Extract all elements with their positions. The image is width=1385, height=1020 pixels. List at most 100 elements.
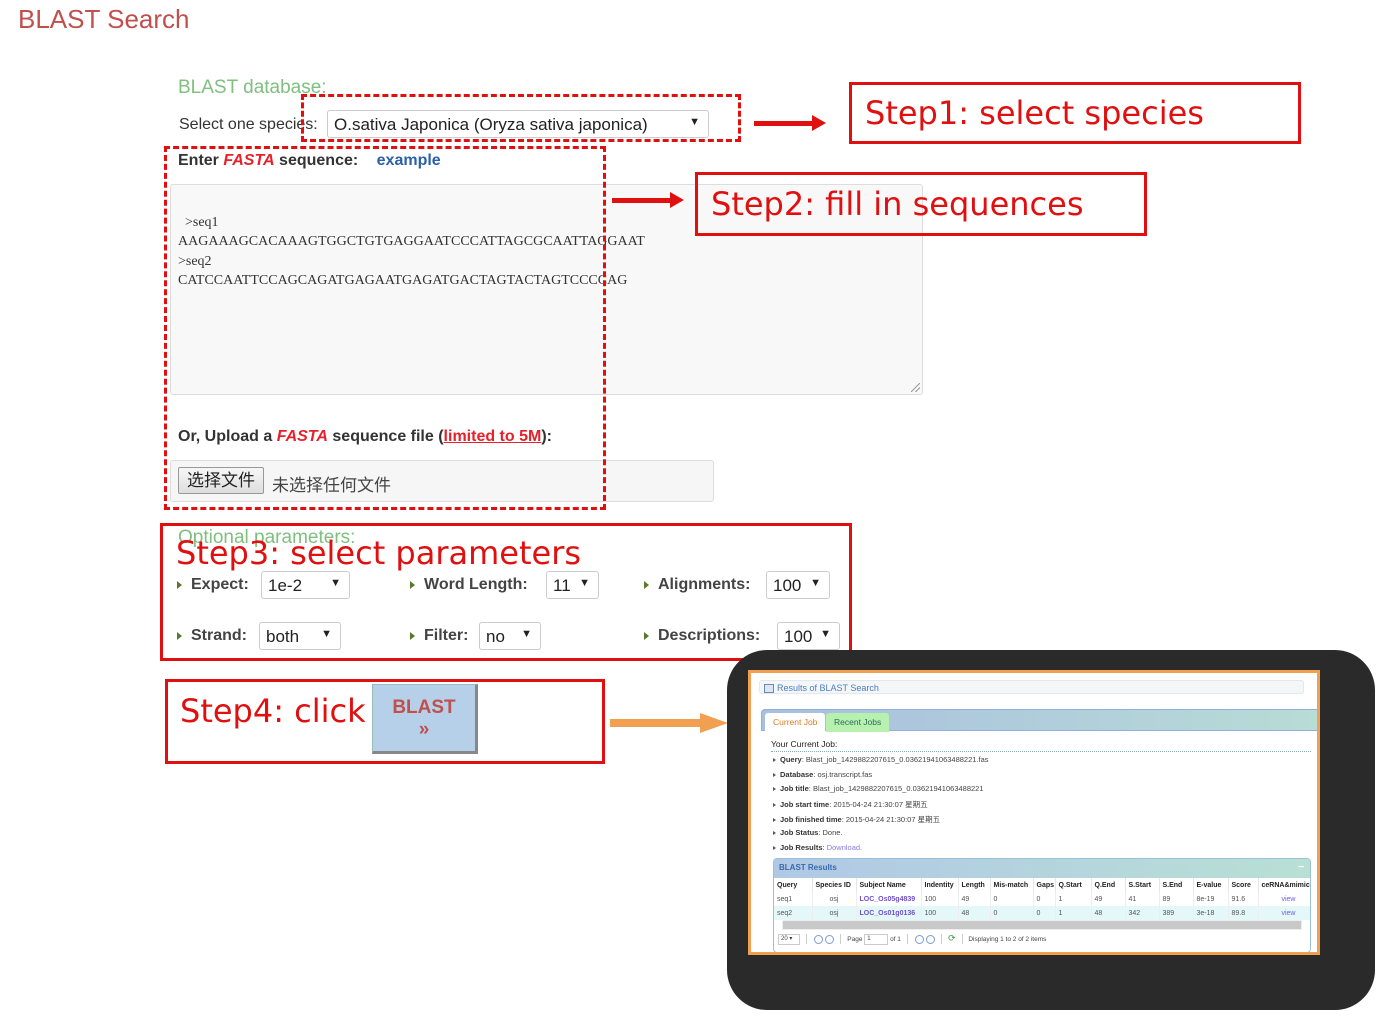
param-label: Filter: [424, 627, 469, 644]
page-of-label: of 1 [890, 936, 901, 943]
column-header[interactable]: S.Start [1125, 878, 1160, 892]
column-header[interactable]: Indentity [921, 878, 959, 892]
param-filter: Filter: [410, 627, 468, 645]
last-page-icon[interactable] [925, 934, 935, 944]
chevron-down-icon: ▼ [579, 577, 590, 589]
prev-page-icon[interactable] [824, 934, 834, 944]
chevron-down-icon: ▼ [321, 628, 332, 640]
view-link[interactable]: view [1258, 906, 1310, 920]
tab-recent-jobs[interactable]: Recent Jobs [826, 713, 890, 732]
pager: 20 ▾ Page 1 of 1 ⟳ Displaying 1 to 2 of … [774, 930, 1310, 946]
table-cell: seq1 [774, 892, 813, 906]
bullet-icon [773, 787, 776, 791]
job-info-status: Job Status: Done. [773, 828, 843, 837]
chevron-down-icon: ▼ [820, 628, 831, 640]
table-cell: 91.6 [1228, 892, 1259, 906]
table-cell: 100 [921, 906, 959, 920]
collapse-icon[interactable]: − [1298, 859, 1304, 876]
first-page-icon[interactable] [813, 934, 823, 944]
column-header[interactable]: Q.Start [1055, 878, 1092, 892]
expect-select[interactable]: 1e-2 ▼ [261, 571, 350, 599]
table-cell: 0 [990, 906, 1034, 920]
download-link[interactable]: Download. [827, 843, 862, 852]
page-size-select[interactable]: 20 ▾ [778, 933, 800, 945]
column-header[interactable]: Q.End [1091, 878, 1126, 892]
step1-callout: Step1: select species [849, 82, 1301, 144]
job-info-database: Database: osj.transcript.fas [773, 770, 872, 779]
job-value: Blast_job_1429882207615_0.03621941063488… [812, 784, 984, 793]
results-table: Query Species ID Subject Name Indentity Leng… [774, 878, 1310, 920]
horizontal-scrollbar[interactable] [782, 920, 1302, 930]
descriptions-select[interactable]: 100 ▼ [777, 622, 840, 650]
column-header[interactable]: Score [1228, 878, 1259, 892]
tab-current-job[interactable]: Current Job [765, 713, 826, 732]
table-cell: 389 [1159, 906, 1194, 920]
table-cell: seq2 [774, 906, 813, 920]
column-header[interactable]: Gaps [1033, 878, 1056, 892]
table-cell: 49 [958, 892, 991, 906]
column-header[interactable]: Subject Name [856, 878, 922, 892]
column-header[interactable]: S.End [1159, 878, 1194, 892]
job-value: 2015-04-24 21:30:07 星期五 [833, 800, 928, 809]
column-header[interactable]: Species ID [812, 878, 857, 892]
step2-text: Step2: fill in sequences [711, 185, 1084, 223]
results-panel: Results of BLAST Search Current Job Rece… [748, 670, 1320, 955]
strand-select[interactable]: both ▼ [259, 622, 341, 650]
column-header[interactable]: Length [958, 878, 991, 892]
bullet-triangle-icon [410, 631, 415, 640]
table-cell: 49 [1091, 892, 1126, 906]
word-length-select[interactable]: 11 ▼ [546, 571, 599, 599]
table-cell: osj [812, 892, 857, 906]
job-info-start-time: Job start time: 2015-04-24 21:30:07 星期五 [773, 799, 928, 810]
select-value: 100 [784, 627, 813, 646]
select-value: 100 [773, 576, 802, 595]
resize-grip-icon[interactable] [911, 383, 920, 392]
job-info-query: Query: Blast_job_1429882207615_0.0362194… [773, 755, 989, 764]
table-cell: 342 [1125, 906, 1160, 920]
job-key: Database [780, 770, 814, 779]
select-value: both [266, 627, 300, 646]
subject-name-link[interactable]: LOC_Os05g4839 [856, 892, 922, 906]
refresh-icon[interactable]: ⟳ [948, 933, 956, 943]
bullet-triangle-icon [644, 580, 649, 589]
job-value: osj.transcript.fas [817, 770, 873, 779]
table-cell: 100 [921, 892, 959, 906]
job-value: Done. [822, 828, 843, 837]
table-header-row: Query Species ID Subject Name Indentity Leng… [774, 878, 1310, 892]
step4-text: Step4: click [180, 692, 366, 730]
page-title: BLAST Search [18, 4, 190, 34]
job-key: Job Results [780, 843, 823, 852]
divider [840, 934, 842, 945]
table-cell: 48 [958, 906, 991, 920]
results-icon [764, 684, 774, 694]
param-label: Strand: [191, 627, 247, 644]
bullet-icon [773, 831, 776, 835]
chevron-right-icon: » [418, 719, 430, 740]
table-cell: 3e-18 [1193, 906, 1229, 920]
page-input[interactable]: 1 [864, 933, 889, 945]
results-header-text: Results of BLAST Search [777, 683, 879, 693]
filter-select[interactable]: no ▼ [479, 622, 541, 650]
column-header[interactable]: Query [774, 878, 813, 892]
column-header[interactable]: E-value [1193, 878, 1229, 892]
next-page-icon[interactable] [914, 934, 924, 944]
subject-name-link[interactable]: LOC_Os01g0136 [856, 906, 922, 920]
job-info-finished-time: Job finished time: 2015-04-24 21:30:07 星… [773, 814, 940, 825]
divider [805, 934, 807, 945]
step2-highlight [164, 146, 606, 510]
job-key: Job Status [780, 828, 819, 837]
bullet-icon [773, 803, 776, 807]
bullet-triangle-icon [177, 580, 182, 589]
table-row[interactable]: seq1 osj LOC_Os05g4839 100 49 0 0 1 49 41 89 8e-19 9… [774, 892, 1310, 906]
table-row[interactable]: seq2 osj LOC_Os01g0136 100 48 0 0 1 48 342 389 3e-1… [774, 906, 1310, 920]
page-input-value: 1 [867, 935, 871, 942]
bullet-triangle-icon [644, 631, 649, 640]
view-link[interactable]: view [1258, 892, 1310, 906]
blast-button[interactable]: BLAST » [372, 684, 478, 754]
table-cell: 8e-19 [1193, 892, 1229, 906]
table-cell: 89.8 [1228, 906, 1259, 920]
column-header[interactable]: ceRNA&mimic [1258, 878, 1310, 892]
column-header[interactable]: Mis-match [990, 878, 1034, 892]
param-label: Word Length: [424, 576, 528, 593]
alignments-select[interactable]: 100 ▼ [766, 571, 830, 599]
